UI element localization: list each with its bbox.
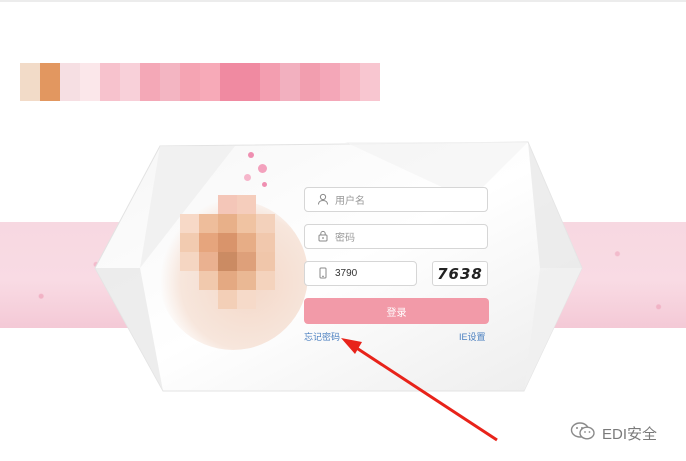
username-placeholder: 用户名 — [335, 196, 365, 207]
mosaic-tile — [218, 233, 237, 252]
mosaic-tile — [218, 271, 237, 290]
mosaic-tile — [256, 214, 275, 233]
mosaic-tile — [180, 252, 199, 271]
mosaic-tile — [256, 290, 275, 309]
password-placeholder: 密码 — [335, 233, 355, 244]
captcha-value: 3790 — [335, 268, 358, 279]
mosaic-tile — [180, 195, 199, 214]
watermark-text: EDI安全 — [602, 425, 658, 443]
user-icon — [317, 193, 331, 207]
mosaic-tile — [256, 195, 275, 214]
mosaic-tile — [199, 290, 218, 309]
mosaic-tile — [237, 271, 256, 290]
ie-settings-link[interactable]: IE设置 — [459, 330, 486, 343]
mosaic-tile — [218, 214, 237, 233]
mosaic-tile — [180, 271, 199, 290]
mosaic-tile — [256, 252, 275, 271]
face-mosaic — [180, 195, 275, 309]
watermark: EDI安全 — [570, 421, 657, 445]
mosaic-tile — [237, 290, 256, 309]
mosaic-tile — [218, 290, 237, 309]
login-button[interactable]: 登录 — [304, 298, 489, 324]
mosaic-tile — [218, 195, 237, 214]
username-input[interactable]: 用户名 — [304, 187, 488, 212]
mosaic-tile — [218, 252, 237, 271]
mosaic-tile — [237, 195, 256, 214]
mosaic-tile — [180, 290, 199, 309]
wechat-icon — [570, 421, 596, 445]
mosaic-tile — [180, 214, 199, 233]
mosaic-tile — [180, 233, 199, 252]
mosaic-tile — [199, 271, 218, 290]
forgot-password-link[interactable]: 忘记密码 — [304, 330, 340, 343]
mosaic-tile — [199, 214, 218, 233]
mosaic-tile — [237, 233, 256, 252]
mosaic-tile — [237, 214, 256, 233]
mosaic-tile — [199, 252, 218, 271]
captcha-image[interactable]: 7638 — [432, 261, 488, 286]
mosaic-tile — [199, 233, 218, 252]
mosaic-tile — [256, 271, 275, 290]
captcha-input[interactable]: 3790 — [304, 261, 417, 286]
password-input[interactable]: 密码 — [304, 224, 488, 249]
mosaic-tile — [237, 252, 256, 271]
lock-icon — [317, 230, 331, 244]
phone-icon — [317, 267, 331, 281]
mosaic-tile — [256, 233, 275, 252]
mosaic-tile — [199, 195, 218, 214]
